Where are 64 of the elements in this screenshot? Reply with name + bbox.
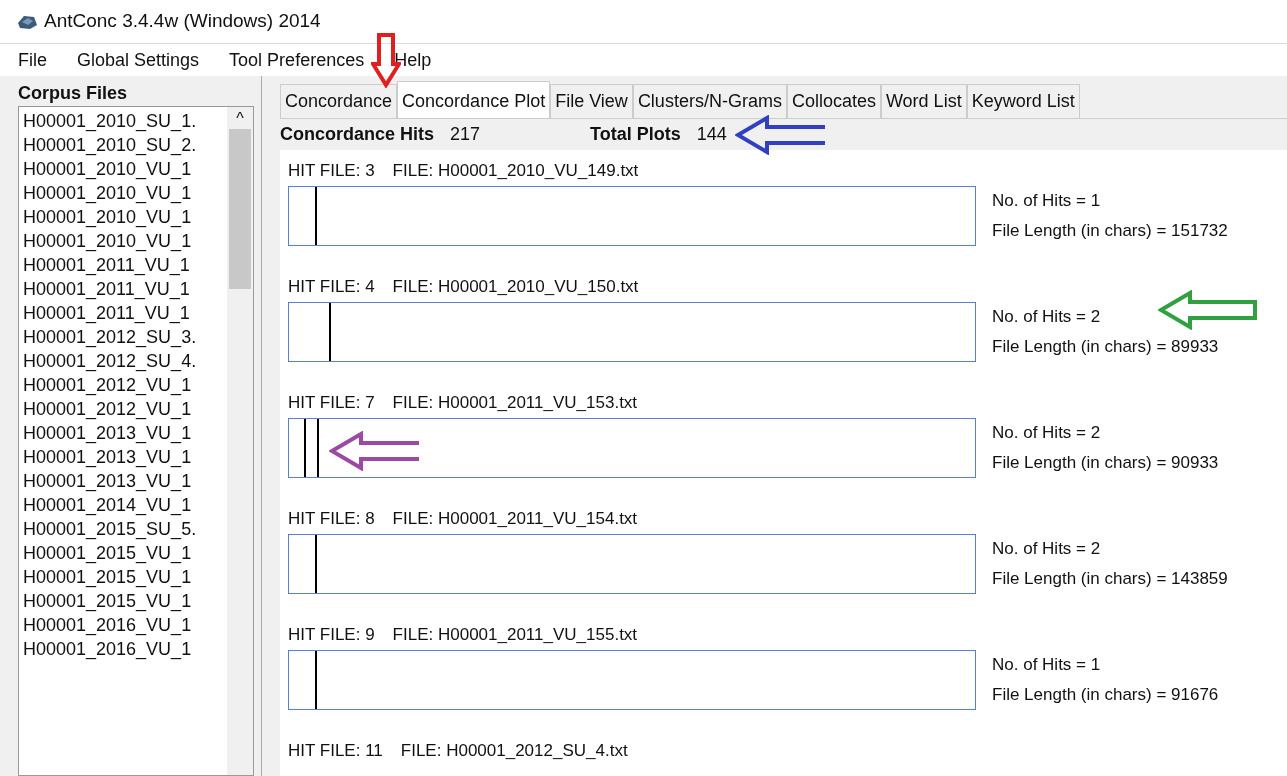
file-length: File Length (in chars) = 90933 bbox=[992, 452, 1219, 475]
hits-count: No. of Hits = 2 bbox=[992, 538, 1102, 561]
file-list-item[interactable]: H00001_2013_VU_1 bbox=[23, 421, 227, 445]
file-list-item[interactable]: H00001_2010_SU_2. bbox=[23, 133, 227, 157]
hit-file-label: HIT FILE: 11 bbox=[288, 740, 383, 763]
hit-file-label: HIT FILE: 7 bbox=[288, 392, 375, 415]
tab[interactable]: Keyword List bbox=[966, 84, 1080, 118]
file-list-item[interactable]: H00001_2012_VU_1 bbox=[23, 373, 227, 397]
menu-item[interactable]: Global Settings bbox=[77, 46, 200, 74]
plots-label: Total Plots bbox=[590, 123, 681, 146]
hit-file-label: HIT FILE: 8 bbox=[288, 508, 375, 531]
hits-count: No. of Hits = 2 bbox=[992, 306, 1102, 329]
file-list-item[interactable]: H00001_2012_SU_3. bbox=[23, 325, 227, 349]
hits-count: No. of Hits = 1 bbox=[992, 654, 1102, 677]
file-list-item[interactable]: H00001_2014_VU_1 bbox=[23, 493, 227, 517]
file-name: FILE: H00001_2010_VU_150.txt bbox=[392, 276, 639, 299]
tab[interactable]: Clusters/N-Grams bbox=[632, 84, 787, 118]
file-list-item[interactable]: H00001_2016_VU_1 bbox=[23, 637, 227, 661]
menu-item[interactable]: Tool Preferences bbox=[229, 46, 365, 74]
hit-file-label: HIT FILE: 4 bbox=[288, 276, 375, 299]
file-name: FILE: H00001_2011_VU_155.txt bbox=[392, 624, 638, 647]
file-list-item[interactable]: H00001_2010_VU_1 bbox=[23, 205, 227, 229]
hits-count: No. of Hits = 1 bbox=[992, 190, 1102, 213]
file-list-item[interactable]: H00001_2013_VU_1 bbox=[23, 469, 227, 493]
file-list-item[interactable]: H00001_2011_VU_1 bbox=[23, 301, 227, 325]
file-list-item[interactable]: H00001_2013_VU_1 bbox=[23, 445, 227, 469]
hits-count: No. of Hits = 2 bbox=[992, 422, 1102, 445]
file-list-item[interactable]: H00001_2015_VU_1 bbox=[23, 541, 227, 565]
hits-count: 217 bbox=[450, 123, 481, 146]
file-list-item[interactable]: H00001_2012_SU_4. bbox=[23, 349, 227, 373]
menu-item[interactable]: File bbox=[18, 46, 47, 74]
file-list-item[interactable]: H00001_2010_VU_1 bbox=[23, 229, 227, 253]
tab[interactable]: File View bbox=[550, 84, 633, 118]
window-title: AntConc 3.4.4w (Windows) 2014 bbox=[44, 9, 321, 34]
file-name: FILE: H00001_2011_VU_154.txt bbox=[392, 508, 638, 531]
file-name: FILE: H00001_2010_VU_149.txt bbox=[392, 160, 639, 183]
hit-file-label: HIT FILE: 3 bbox=[288, 160, 375, 183]
file-list-item[interactable]: H00001_2016_VU_1 bbox=[23, 613, 227, 637]
file-list-item[interactable]: H00001_2015_VU_1 bbox=[23, 589, 227, 613]
file-list-item[interactable]: H00001_2011_VU_1 bbox=[23, 277, 227, 301]
file-length: File Length (in chars) = 91676 bbox=[992, 684, 1219, 707]
file-list-item[interactable]: H00001_2011_VU_1 bbox=[23, 253, 227, 277]
file-list-item[interactable]: H00001_2010_SU_1. bbox=[23, 109, 227, 133]
tab[interactable]: Concordance Plot bbox=[397, 81, 551, 118]
file-list-item[interactable]: H00001_2010_VU_1 bbox=[23, 181, 227, 205]
plots-count: 144 bbox=[696, 123, 727, 146]
scrollbar-thumb[interactable] bbox=[229, 129, 251, 289]
scroll-up-button[interactable]: ^ bbox=[236, 107, 244, 129]
file-name: FILE: H00001_2011_VU_153.txt bbox=[392, 392, 638, 415]
file-name: FILE: H00001_2012_SU_4.txt bbox=[400, 740, 628, 763]
file-length: File Length (in chars) = 143859 bbox=[992, 568, 1228, 591]
file-list-item[interactable]: H00001_2012_VU_1 bbox=[23, 397, 227, 421]
menu-item[interactable]: Help bbox=[394, 46, 432, 74]
hits-label: Concordance Hits bbox=[280, 123, 435, 146]
tab[interactable]: Concordance bbox=[280, 84, 398, 118]
file-list-item[interactable]: H00001_2015_VU_1 bbox=[23, 565, 227, 589]
panel-title: Corpus Files bbox=[18, 82, 129, 105]
tab[interactable]: Collocates bbox=[786, 84, 881, 118]
tab[interactable]: Word List bbox=[880, 84, 967, 118]
file-list-item[interactable]: H00001_2015_SU_5. bbox=[23, 517, 227, 541]
file-list-item[interactable]: H00001_2010_VU_1 bbox=[23, 157, 227, 181]
file-length: File Length (in chars) = 151732 bbox=[992, 220, 1228, 243]
hit-file-label: HIT FILE: 9 bbox=[288, 624, 375, 647]
file-length: File Length (in chars) = 89933 bbox=[992, 336, 1219, 359]
